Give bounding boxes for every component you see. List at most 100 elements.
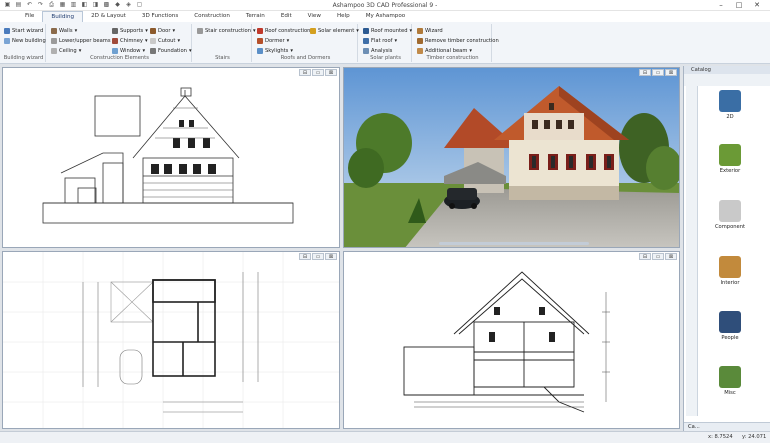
restore-icon[interactable]: ▭: [652, 69, 664, 76]
beam-icon: [51, 37, 57, 44]
group-stairs: Stair construction ▾ Stairs: [194, 24, 256, 62]
viewport-controls: ⊟ ▭ ⊠: [299, 69, 337, 76]
analysis-button[interactable]: Analysis: [363, 46, 392, 55]
menu-view[interactable]: View: [300, 11, 329, 22]
lower-upper-beams-button[interactable]: Lower/upper beams▾: [51, 36, 115, 45]
people-icon: [719, 311, 741, 333]
remove-icon: [417, 37, 423, 44]
catalog-toolbar: [684, 74, 770, 86]
close-icon[interactable]: ⊠: [665, 253, 677, 260]
group-building-wizard: Start wizard New building Building wizar…: [2, 24, 46, 62]
wizard-icon: [417, 27, 423, 34]
flat-roof-button[interactable]: Flat roof ▾: [363, 36, 397, 45]
menu-file[interactable]: File: [17, 11, 42, 22]
solar-element-button[interactable]: Solar element ▾: [310, 26, 359, 35]
menu-terrain[interactable]: Terrain: [238, 11, 273, 22]
elevation-drawing: [42, 87, 294, 224]
catalog-item-component[interactable]: Component: [712, 200, 748, 230]
remove-timber-button[interactable]: Remove timber construction: [417, 36, 499, 45]
stair-construction-button[interactable]: Stair construction ▾: [197, 26, 256, 35]
floor-plan-drawing: [3, 252, 339, 428]
walls-button[interactable]: Walls ▾: [51, 26, 77, 35]
group-label: Timber construction: [426, 55, 479, 61]
window-title: Ashampoo 3D CAD Professional 9 -: [332, 2, 438, 9]
restore-icon[interactable]: ▭: [312, 253, 324, 260]
close-icon[interactable]: ✕: [748, 0, 766, 10]
window-icon: [112, 47, 118, 54]
menu-help[interactable]: Help: [329, 11, 358, 22]
menu-building[interactable]: Building: [42, 11, 84, 22]
group-label: Stairs: [215, 55, 230, 61]
menu-construction[interactable]: Construction: [186, 11, 238, 22]
supports-button[interactable]: Supports ▾: [112, 26, 148, 35]
minimize-icon[interactable]: –: [712, 0, 730, 10]
ceiling-icon: [51, 47, 57, 54]
additional-beam-button[interactable]: Additional beam ▾: [417, 46, 472, 55]
start-wizard-button[interactable]: Start wizard: [4, 26, 43, 35]
timber-wizard-button[interactable]: Wizard: [417, 26, 443, 35]
new-building-button[interactable]: New building: [4, 36, 46, 45]
roof-icon: [257, 27, 263, 34]
minimize-icon[interactable]: ⊟: [299, 69, 311, 76]
close-icon[interactable]: ⊠: [325, 69, 337, 76]
solar-icon: [310, 27, 316, 34]
skylights-button[interactable]: Skylights ▾: [257, 46, 293, 55]
restore-icon[interactable]: ▭: [652, 253, 664, 260]
minimize-icon[interactable]: ⊟: [639, 69, 651, 76]
close-icon[interactable]: ⊠: [665, 69, 677, 76]
ribbon: Start wizard New building Building wizar…: [0, 22, 770, 64]
dormer-button[interactable]: Dormer ▾: [257, 36, 289, 45]
cutout-button[interactable]: Cutout ▾: [150, 36, 180, 45]
horizontal-scrollbar[interactable]: [439, 242, 589, 245]
viewport-3d-render[interactable]: ⊟ ▭ ⊠: [343, 67, 680, 248]
close-icon[interactable]: ⊠: [325, 253, 337, 260]
minimize-icon[interactable]: ⊟: [299, 253, 311, 260]
group-label: Building wizard: [3, 55, 44, 61]
viewport-section[interactable]: ⊟ ▭ ⊠: [343, 251, 680, 429]
menu-3d-functions[interactable]: 3D Functions: [134, 11, 186, 22]
catalog-item-misc[interactable]: Misc: [712, 366, 748, 396]
maximize-icon[interactable]: □: [730, 0, 748, 10]
group-construction-elements: Walls▾ Lower/upper beams▾ Ceiling▾ Suppo…: [48, 24, 192, 62]
foundation-button[interactable]: Foundation ▾: [150, 46, 192, 55]
dormer-icon: [257, 37, 263, 44]
analysis-icon: [363, 47, 369, 54]
chimney-icon: [112, 37, 118, 44]
catalog-item-exterior[interactable]: Exterior: [712, 144, 748, 174]
menu-edit[interactable]: Edit: [273, 11, 300, 22]
support-icon: [112, 27, 118, 34]
door-button[interactable]: Door ▾: [150, 26, 175, 35]
2d-icon: [719, 90, 741, 112]
roof-construction-button[interactable]: Roof construction▾: [257, 26, 315, 35]
menu-bar: File Building 2D & Layout 3D Functions C…: [0, 11, 770, 22]
catalog-item-interior[interactable]: Interior: [712, 256, 748, 286]
viewport-controls: ⊟ ▭ ⊠: [639, 69, 677, 76]
solar-panel-icon: [363, 27, 369, 34]
interior-icon: [719, 256, 741, 278]
menu-my-ashampoo[interactable]: My Ashampoo: [358, 11, 413, 22]
viewport-floor-plan[interactable]: ⊟ ▭ ⊠: [2, 251, 340, 429]
wizard-icon: [4, 27, 10, 34]
roof-mounted-button[interactable]: Roof mounted ▾: [363, 26, 412, 35]
viewport-controls: ⊟ ▭ ⊠: [299, 253, 337, 260]
foundation-icon: [150, 47, 156, 54]
restore-icon[interactable]: ▭: [312, 69, 324, 76]
window-controls: – □ ✕: [712, 0, 766, 10]
group-solar-plants: Roof mounted ▾ Flat roof ▾ Analysis Solar …: [360, 24, 412, 62]
flat-roof-icon: [363, 37, 369, 44]
group-timber-construction: Wizard Remove timber construction Additi…: [414, 24, 499, 62]
chimney-button[interactable]: Chimney ▾: [112, 36, 148, 45]
misc-icon: [719, 366, 741, 388]
ceiling-button[interactable]: Ceiling ▾: [51, 46, 81, 55]
group-label: Roofs and Dormers: [280, 55, 331, 61]
viewport-controls: ⊟ ▭ ⊠: [639, 253, 677, 260]
viewport-elevation[interactable]: ⊟ ▭ ⊠: [2, 67, 340, 248]
window-button[interactable]: Window ▾: [112, 46, 145, 55]
menu-2d-layout[interactable]: 2D & Layout: [83, 11, 134, 22]
catalog-title: Catalog: [684, 66, 770, 74]
catalog-item-2d[interactable]: 2D: [712, 90, 748, 120]
minimize-icon[interactable]: ⊟: [639, 253, 651, 260]
catalog-side-toolbar: [686, 86, 698, 416]
tab-catalog[interactable]: Ca...: [688, 424, 700, 430]
catalog-item-people[interactable]: People: [712, 311, 748, 341]
